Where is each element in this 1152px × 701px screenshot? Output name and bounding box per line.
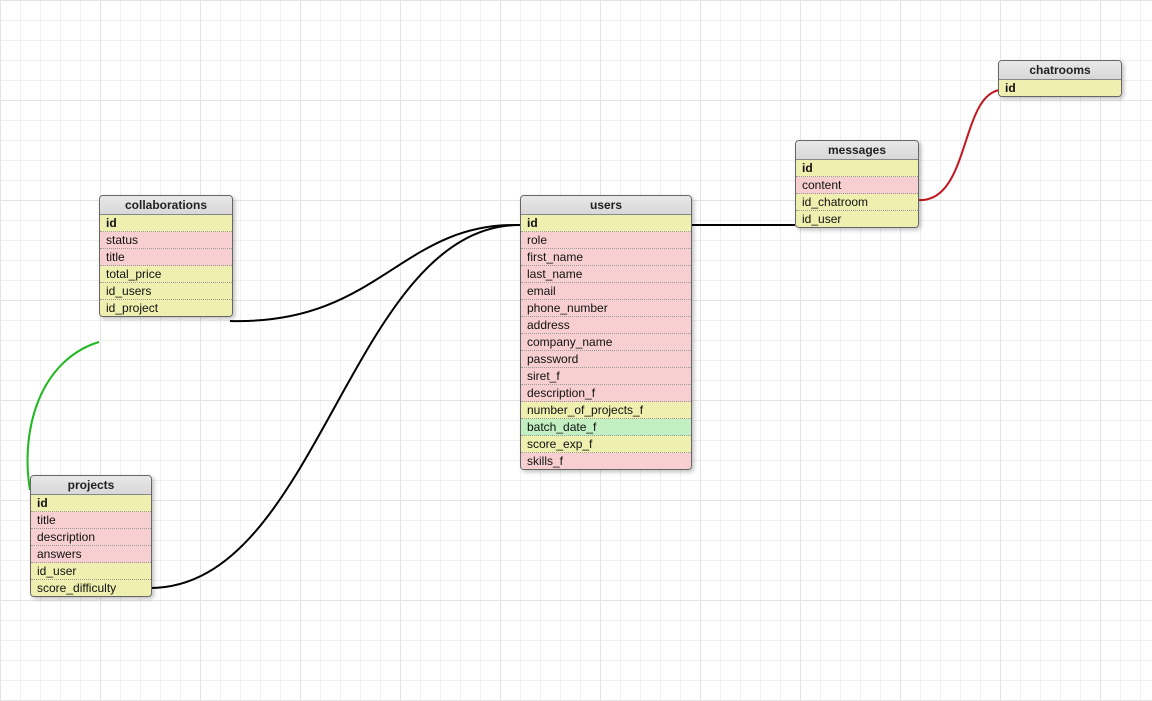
field-users-last-name[interactable]: last_name xyxy=(521,266,691,283)
table-collaborations[interactable]: collaborations id status title total_pri… xyxy=(99,195,233,317)
table-header-messages: messages xyxy=(796,141,918,160)
table-header-users: users xyxy=(521,196,691,215)
rel-collaborations-projects xyxy=(28,342,99,490)
table-messages[interactable]: messages id content id_chatroom id_user xyxy=(795,140,919,228)
diagram-canvas[interactable]: collaborations id status title total_pri… xyxy=(0,0,1152,701)
table-projects[interactable]: projects id title description answers id… xyxy=(30,475,152,597)
field-messages-content[interactable]: content xyxy=(796,177,918,194)
field-projects-description[interactable]: description xyxy=(31,529,151,546)
field-users-email[interactable]: email xyxy=(521,283,691,300)
field-users-company-name[interactable]: company_name xyxy=(521,334,691,351)
table-header-projects: projects xyxy=(31,476,151,495)
field-collaborations-total-price[interactable]: total_price xyxy=(100,266,232,283)
field-users-description-f[interactable]: description_f xyxy=(521,385,691,402)
field-projects-id-user[interactable]: id_user xyxy=(31,563,151,580)
field-users-siret-f[interactable]: siret_f xyxy=(521,368,691,385)
table-header-collaborations: collaborations xyxy=(100,196,232,215)
field-projects-answers[interactable]: answers xyxy=(31,546,151,563)
field-messages-id-chatroom[interactable]: id_chatroom xyxy=(796,194,918,211)
field-chatrooms-id[interactable]: id xyxy=(999,80,1121,96)
field-collaborations-id-project[interactable]: id_project xyxy=(100,300,232,316)
field-users-role[interactable]: role xyxy=(521,232,691,249)
field-collaborations-id-users[interactable]: id_users xyxy=(100,283,232,300)
field-users-id[interactable]: id xyxy=(521,215,691,232)
field-projects-id[interactable]: id xyxy=(31,495,151,512)
field-users-first-name[interactable]: first_name xyxy=(521,249,691,266)
field-projects-title[interactable]: title xyxy=(31,512,151,529)
field-users-score-exp-f[interactable]: score_exp_f xyxy=(521,436,691,453)
field-users-password[interactable]: password xyxy=(521,351,691,368)
field-collaborations-id[interactable]: id xyxy=(100,215,232,232)
rel-collaborations-users xyxy=(230,225,520,321)
field-users-batch-date-f[interactable]: batch_date_f xyxy=(521,419,691,436)
table-users[interactable]: users id role first_name last_name email… xyxy=(520,195,692,470)
field-collaborations-title[interactable]: title xyxy=(100,249,232,266)
table-header-chatrooms: chatrooms xyxy=(999,61,1121,80)
field-collaborations-status[interactable]: status xyxy=(100,232,232,249)
field-users-skills-f[interactable]: skills_f xyxy=(521,453,691,469)
field-users-number-of-projects-f[interactable]: number_of_projects_f xyxy=(521,402,691,419)
field-projects-score-difficulty[interactable]: score_difficulty xyxy=(31,580,151,596)
table-chatrooms[interactable]: chatrooms id xyxy=(998,60,1122,97)
field-messages-id[interactable]: id xyxy=(796,160,918,177)
field-messages-id-user[interactable]: id_user xyxy=(796,211,918,227)
field-users-address[interactable]: address xyxy=(521,317,691,334)
field-users-phone-number[interactable]: phone_number xyxy=(521,300,691,317)
rel-messages-chatrooms xyxy=(917,90,1000,200)
